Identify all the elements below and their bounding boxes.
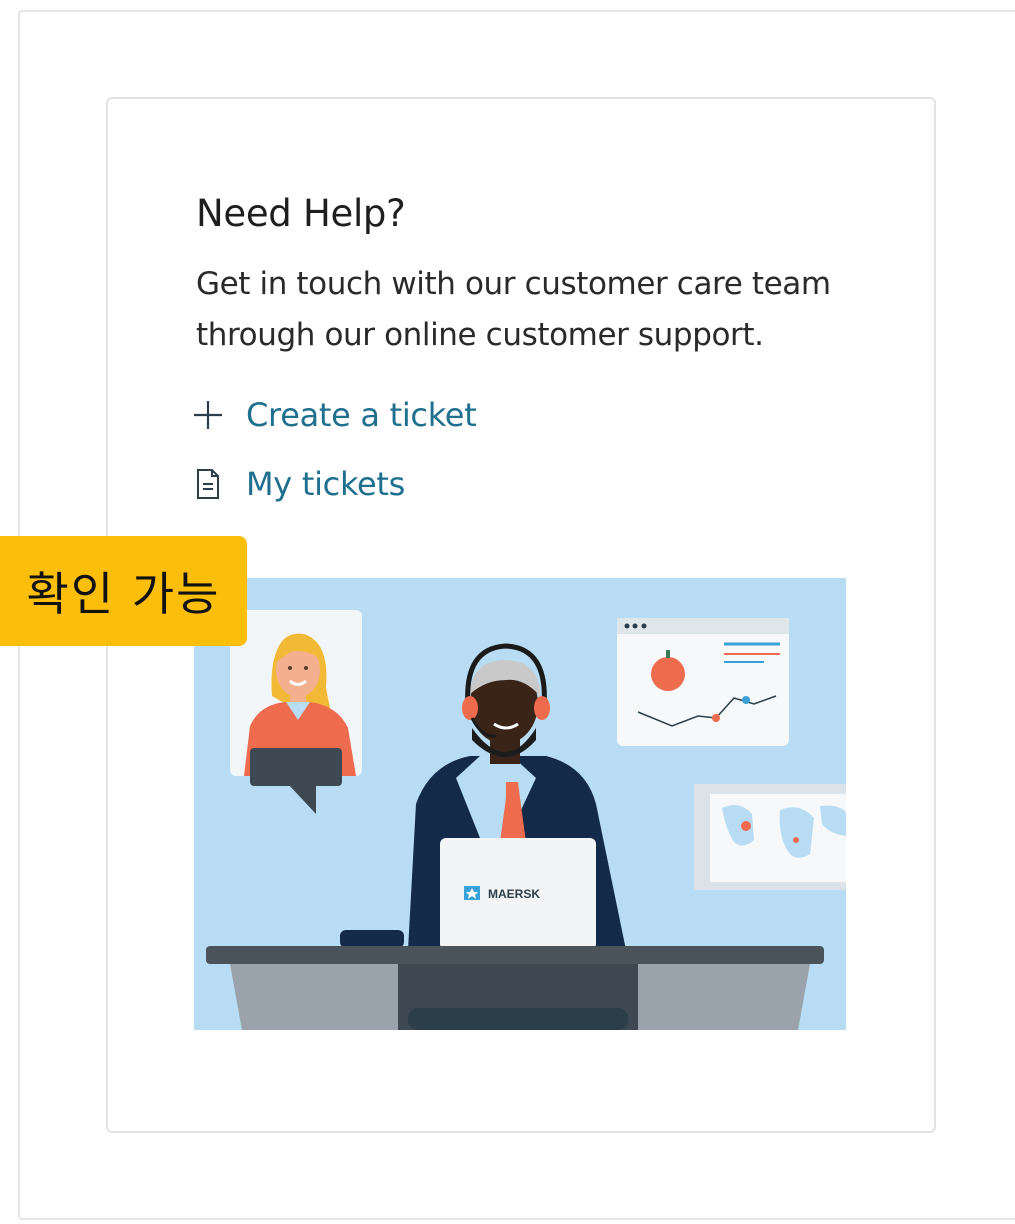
status-badge: 확인 가능 — [0, 536, 247, 646]
create-ticket-link[interactable]: Create a ticket — [190, 395, 477, 435]
my-tickets-label: My tickets — [246, 465, 406, 503]
laptop: MAERSK — [440, 838, 596, 950]
card-description: Get in touch with our customer care team… — [196, 266, 831, 353]
chart-card — [617, 618, 789, 746]
world-map-card — [694, 784, 846, 890]
create-ticket-label: Create a ticket — [246, 396, 477, 434]
support-illustration: MAERSK — [194, 578, 846, 1030]
my-tickets-link[interactable]: My tickets — [190, 464, 405, 504]
document-icon — [190, 464, 226, 504]
plus-icon — [190, 395, 226, 435]
card-title: Need Help? — [196, 192, 406, 235]
laptop-logo: MAERSK — [488, 887, 540, 901]
